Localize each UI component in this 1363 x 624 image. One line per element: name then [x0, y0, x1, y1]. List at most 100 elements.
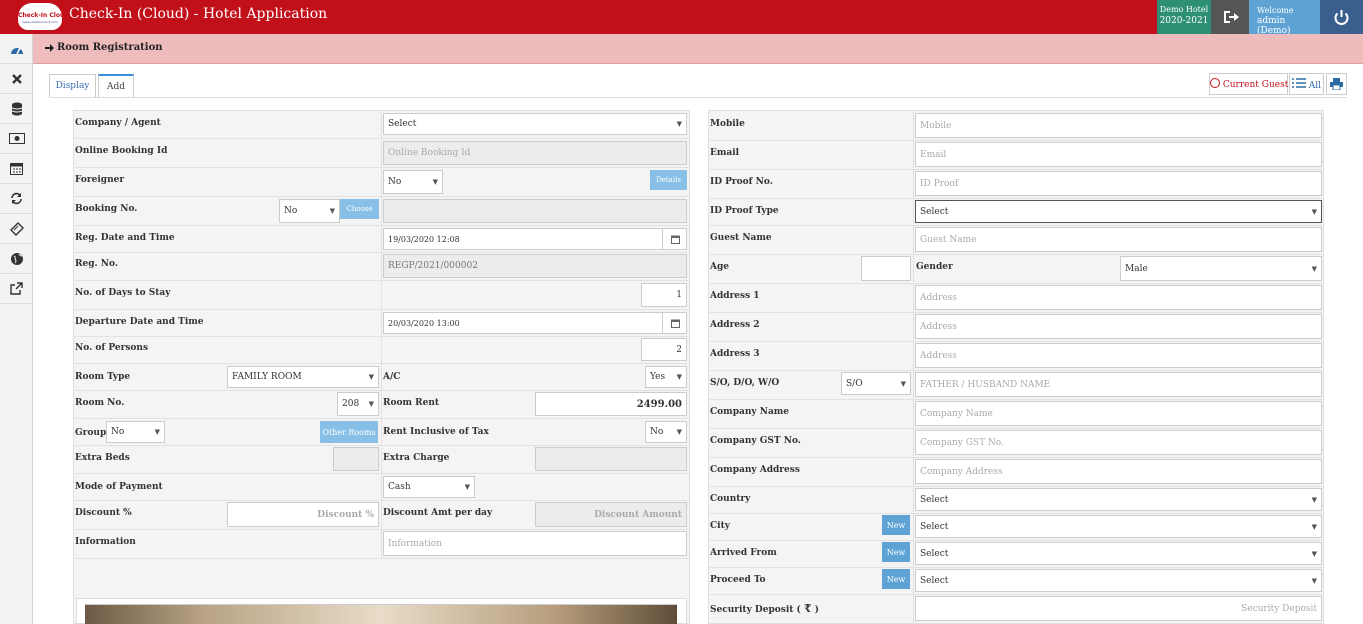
details-button[interactable]: Details — [650, 170, 687, 190]
age-input[interactable] — [861, 256, 911, 281]
foreigner-select[interactable]: No — [383, 170, 443, 194]
rent-incl-tax-select[interactable]: No — [645, 421, 687, 443]
current-guest-label: Current Guest — [1222, 80, 1289, 90]
reg-date-input[interactable]: 19/03/2020 12:08 — [383, 228, 687, 250]
extra-charge-label: Extra Charge — [383, 453, 450, 463]
sidebar-item-external[interactable] — [0, 274, 33, 304]
country-label: Country — [710, 494, 751, 504]
column-divider — [381, 111, 382, 558]
app-logo[interactable]: Check-In Cloud www.checkincloud.com — [18, 3, 62, 30]
online-booking-input[interactable]: Online Booking Id — [383, 141, 687, 165]
room-no-select[interactable]: 208 — [337, 392, 379, 416]
company-gst-input[interactable]: Company GST No. — [915, 430, 1322, 455]
discount-amt-input[interactable]: Discount Amount — [535, 502, 687, 527]
booking-no-select[interactable]: No — [279, 199, 340, 223]
reg-date-label: Reg. Date and Time — [75, 233, 175, 243]
departure-input[interactable]: 20/03/2020 13:00 — [383, 312, 687, 334]
persons-label: No. of Persons — [75, 343, 149, 353]
tab-divider — [49, 97, 1347, 98]
hotel-name: Demo Hotel — [1159, 5, 1209, 14]
city-select[interactable]: Select — [915, 515, 1322, 538]
company-address-input[interactable]: Company Address — [915, 459, 1322, 484]
security-deposit-label-text: Security Deposit ( — [710, 605, 801, 615]
ac-select[interactable]: Yes — [645, 366, 687, 388]
calendar-icon — [670, 235, 680, 244]
relation-label: S/O, D/O, W/O — [710, 378, 780, 388]
persons-input[interactable]: 2 — [641, 338, 687, 361]
sidebar-item-money[interactable] — [0, 124, 33, 154]
departure-value: 20/03/2020 13:00 — [388, 318, 460, 328]
father-husband-name-input[interactable]: FATHER / HUSBAND NAME — [915, 372, 1322, 397]
information-input[interactable]: Information — [383, 531, 687, 556]
group-select[interactable]: No — [106, 421, 165, 443]
company-address-label: Company Address — [710, 465, 800, 475]
column-divider — [913, 111, 914, 624]
extra-charge-input[interactable] — [535, 447, 687, 471]
id-proof-type-select[interactable]: Select — [915, 200, 1322, 223]
arrived-from-select[interactable]: Select — [915, 542, 1322, 565]
company-agent-select[interactable]: Select — [383, 113, 687, 135]
country-select[interactable]: Select — [915, 488, 1322, 511]
id-proof-type-label: ID Proof Type — [710, 206, 779, 216]
reg-no-label: Reg. No. — [75, 259, 118, 269]
choose-button[interactable]: Choose — [340, 199, 379, 219]
new-proceed-to-button[interactable]: New — [882, 569, 910, 589]
tab-display[interactable]: Display — [49, 74, 96, 98]
address2-input[interactable]: Address — [915, 314, 1322, 339]
other-rooms-button[interactable]: Other Rooms — [320, 421, 378, 443]
id-proof-no-input[interactable]: ID Proof — [915, 171, 1322, 196]
gender-select[interactable]: Male — [1120, 256, 1322, 281]
sidebar-item-database[interactable] — [0, 94, 33, 124]
email-input[interactable]: Email — [915, 142, 1322, 167]
sidebar-item-globe[interactable] — [0, 244, 33, 274]
sidebar-item-dashboard[interactable] — [0, 34, 33, 64]
refresh-icon — [11, 192, 22, 205]
mobile-input[interactable]: Mobile — [915, 113, 1322, 138]
company-name-input[interactable]: Company Name — [915, 401, 1322, 426]
all-button[interactable]: All — [1289, 73, 1324, 95]
reg-no-input[interactable]: REGP/2021/000002 — [383, 254, 687, 278]
address1-input[interactable]: Address — [915, 285, 1322, 310]
relation-select[interactable]: S/O — [841, 372, 911, 395]
arrow-right-icon — [45, 44, 54, 52]
room-rent-label: Room Rent — [383, 398, 440, 408]
guest-name-input[interactable]: Guest Name — [915, 227, 1322, 252]
departure-calendar-button[interactable] — [662, 312, 687, 334]
extra-beds-input[interactable] — [333, 447, 379, 471]
proceed-to-label: Proceed To — [710, 575, 766, 585]
rupee-icon: ₹ — [803, 602, 812, 615]
sidebar-item-calendar[interactable] — [0, 154, 33, 184]
reg-date-calendar-button[interactable] — [662, 228, 687, 250]
days-to-stay-input[interactable]: 1 — [641, 283, 687, 307]
discount-pct-label: Discount % — [75, 508, 132, 518]
user-menu[interactable]: Welcome admin (Demo) — [1249, 0, 1320, 36]
proceed-to-select[interactable]: Select — [915, 569, 1322, 592]
new-arrived-from-button[interactable]: New — [882, 542, 910, 562]
switch-button[interactable] — [1211, 0, 1249, 34]
sidebar-item-close[interactable] — [0, 64, 33, 94]
payment-mode-select[interactable]: Cash — [383, 476, 475, 498]
sidebar-item-refresh[interactable] — [0, 184, 33, 214]
id-proof-no-label: ID Proof No. — [710, 177, 773, 187]
rent-incl-tax-label: Rent Inclusive of Tax — [383, 427, 489, 437]
print-button[interactable] — [1326, 73, 1347, 95]
booking-no-input[interactable] — [383, 199, 687, 223]
clock-icon — [1210, 78, 1220, 88]
security-deposit-input[interactable]: Security Deposit — [915, 596, 1322, 621]
current-guest-button[interactable]: Current Guest — [1209, 73, 1288, 95]
breadcrumb: Room Registration — [33, 34, 1363, 64]
new-city-button[interactable]: New — [882, 515, 910, 535]
arrived-from-label: Arrived From — [710, 548, 777, 558]
reg-date-value: 19/03/2020 12:08 — [388, 234, 460, 244]
logout-button[interactable] — [1320, 0, 1363, 34]
tab-add[interactable]: Add — [98, 74, 134, 98]
money-icon — [8, 133, 25, 144]
address3-input[interactable]: Address — [915, 343, 1322, 368]
hotel-selector[interactable]: Demo Hotel 2020-2021 — [1157, 0, 1211, 34]
sidebar-item-ticket[interactable] — [0, 214, 33, 244]
database-icon — [11, 102, 22, 115]
room-type-select[interactable]: FAMILY ROOM — [227, 366, 379, 388]
top-bar: Check-In Cloud www.checkincloud.com Chec… — [0, 0, 1363, 36]
discount-pct-input[interactable]: Discount % — [227, 502, 379, 527]
room-rent-input[interactable]: 2499.00 — [535, 392, 687, 416]
